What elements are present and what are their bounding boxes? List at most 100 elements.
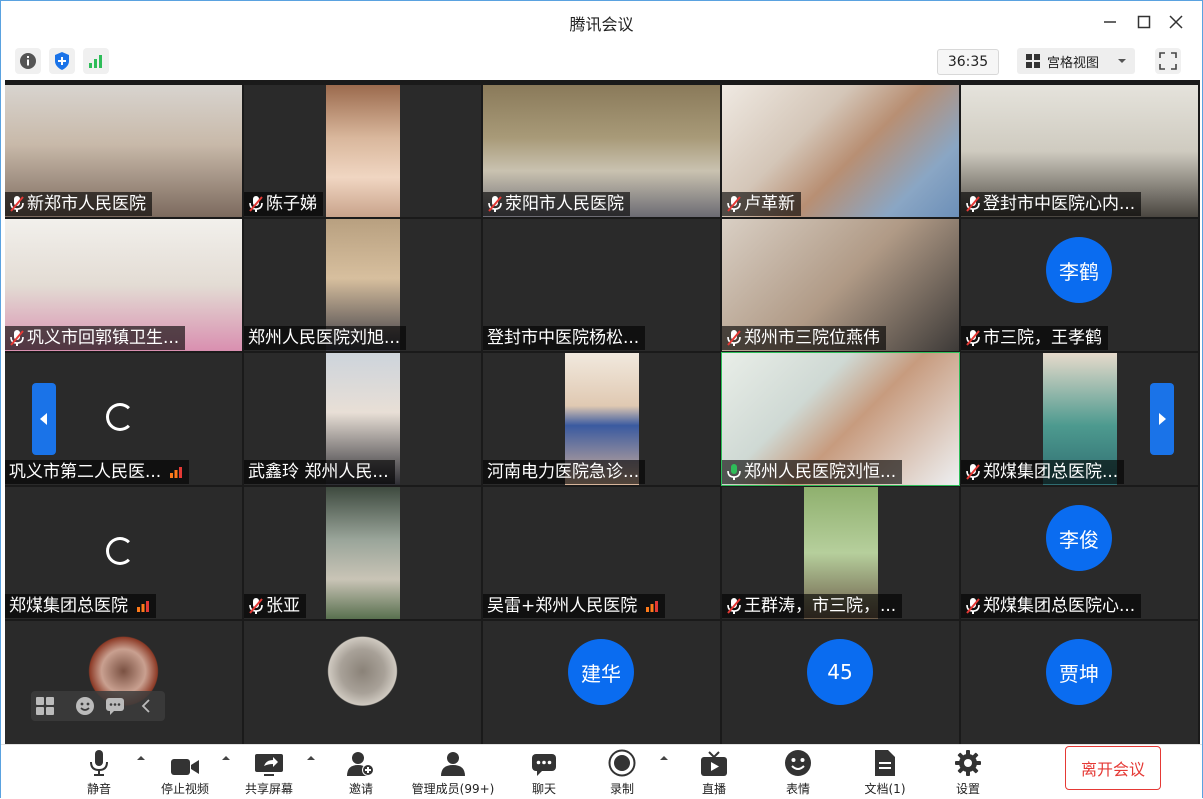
record-label: 录制 <box>609 782 634 796</box>
participant-tile[interactable]: 河南电力医院急诊... <box>483 353 720 485</box>
layout-grid-icon <box>36 697 54 715</box>
participant-tile[interactable]: 李鹤 市三院，王孝鹤 <box>961 219 1198 351</box>
participant-tile[interactable]: 武鑫玲 郑州人民... <box>244 353 481 485</box>
add-user-icon <box>347 752 374 776</box>
smile-icon <box>76 697 94 715</box>
meeting-info-button[interactable] <box>15 48 41 74</box>
share-screen-button[interactable]: 共享屏幕 <box>237 745 301 799</box>
view-mode-selector[interactable]: 宫格视图 <box>1017 48 1135 74</box>
weak-signal-icon <box>137 601 149 612</box>
participant-tile[interactable]: 荥阳市人民医院 <box>483 85 720 217</box>
participant-name-label: 新郑市人民医院 <box>5 192 152 216</box>
chat-bubble-icon <box>106 698 124 715</box>
participant-tile[interactable]: 郑州人民医院刘旭... <box>244 219 481 351</box>
mini-chat-button[interactable] <box>105 696 125 720</box>
participant-name-label: 吴雷+郑州人民医院 <box>483 594 666 618</box>
participant-tile[interactable]: 贾坤 <box>961 621 1198 744</box>
muted-mic-icon <box>249 598 263 614</box>
participant-name-label: 张亚 <box>244 594 306 618</box>
invite-label: 邀请 <box>348 782 373 796</box>
gallery-next-button[interactable] <box>1150 383 1174 455</box>
participant-avatar: 贾坤 <box>1046 639 1112 705</box>
participant-tile[interactable]: 李俊郑煤集团总医院心... <box>961 487 1198 619</box>
settings-button[interactable]: 设置 <box>943 745 993 799</box>
audio-options-caret-icon[interactable] <box>136 753 146 763</box>
participant-name: 郑煤集团总医院... <box>983 462 1119 482</box>
participant-tile[interactable]: 陈子娣 <box>244 85 481 217</box>
participant-name-label: 陈子娣 <box>244 192 323 216</box>
mini-collapse-button[interactable] <box>141 698 151 718</box>
participant-tile[interactable]: 45 <box>722 621 959 744</box>
title-bar: 腾讯会议 <box>1 1 1202 43</box>
weak-signal-icon <box>170 467 183 478</box>
video-options-caret-icon[interactable] <box>221 753 231 763</box>
muted-mic-icon <box>10 196 24 212</box>
participant-name: 王群涛，市三院，... <box>744 596 897 616</box>
loading-spinner-icon <box>106 537 134 565</box>
participant-tile[interactable]: 巩义市回郭镇卫生... <box>5 219 242 351</box>
info-icon <box>20 53 36 69</box>
participant-name: 郑州人民医院刘旭... <box>248 328 401 348</box>
live-button[interactable]: 直播 <box>689 745 739 799</box>
participant-name-label: 郑州人民医院刘旭... <box>244 326 407 350</box>
mute-button[interactable]: 静音 <box>71 745 127 799</box>
muted-mic-icon <box>488 196 502 212</box>
mute-label: 静音 <box>86 782 111 796</box>
share-options-caret-icon[interactable] <box>306 753 316 763</box>
stop-video-button[interactable]: 停止视频 <box>153 745 217 799</box>
participant-avatar: 建华 <box>568 639 634 705</box>
participant-tile[interactable]: 登封市中医院杨松... <box>483 219 720 351</box>
muted-mic-icon <box>966 598 980 614</box>
muted-mic-icon <box>966 464 980 480</box>
participant-avatar: 李鹤 <box>1046 237 1112 303</box>
minimize-button[interactable] <box>1095 7 1125 37</box>
participant-tile[interactable]: 新郑市人民医院 <box>5 85 242 217</box>
layout-button[interactable] <box>35 696 55 720</box>
fullscreen-button[interactable] <box>1155 48 1181 74</box>
manage-members-button[interactable]: 管理成员(99+) <box>405 745 501 799</box>
gear-icon <box>955 750 981 776</box>
participant-tile[interactable]: 卢革新 <box>722 85 959 217</box>
participant-avatar: 李俊 <box>1046 505 1112 571</box>
invite-button[interactable]: 邀请 <box>335 745 387 799</box>
participant-name: 河南电力医院急诊... <box>487 462 640 482</box>
loading-spinner-icon <box>106 403 134 431</box>
participant-tile[interactable]: 建华 <box>483 621 720 744</box>
participant-tile[interactable] <box>5 621 242 744</box>
close-button[interactable] <box>1161 7 1191 37</box>
maximize-button[interactable] <box>1129 7 1159 37</box>
participant-tile[interactable]: 王群涛，市三院，... <box>722 487 959 619</box>
leave-meeting-button[interactable]: 离开会议 <box>1065 746 1161 790</box>
docs-button[interactable]: 文档(1) <box>855 745 915 799</box>
participant-name: 新郑市人民医院 <box>27 194 146 214</box>
muted-mic-icon <box>249 196 263 212</box>
record-icon <box>608 749 636 777</box>
record-options-caret-icon[interactable] <box>659 753 669 763</box>
record-button[interactable]: 录制 <box>597 745 647 799</box>
reactions-button[interactable]: 表情 <box>773 745 823 799</box>
live-label: 直播 <box>701 782 726 796</box>
network-status-button[interactable] <box>83 48 109 74</box>
muted-mic-icon <box>727 598 741 614</box>
participant-tile[interactable]: 郑州人民医院刘恒... <box>721 352 960 486</box>
security-button[interactable] <box>49 48 75 74</box>
chevron-right-icon <box>1159 413 1166 425</box>
chat-button[interactable]: 聊天 <box>519 745 569 799</box>
mini-reaction-button[interactable] <box>75 696 95 720</box>
participant-tile[interactable]: 郑州市三院位燕伟 <box>722 219 959 351</box>
participant-name: 郑州人民医院刘恒... <box>744 462 897 482</box>
muted-mic-icon <box>966 330 980 346</box>
muted-mic-icon <box>966 196 980 212</box>
participant-name: 张亚 <box>266 596 300 616</box>
participant-name: 荥阳市人民医院 <box>505 194 624 214</box>
participant-tile[interactable]: 吴雷+郑州人民医院 <box>483 487 720 619</box>
gallery-prev-button[interactable] <box>32 383 56 455</box>
participant-name-label: 郑煤集团总医院心... <box>961 594 1142 618</box>
members-icon <box>441 752 465 776</box>
participant-tile[interactable]: 郑煤集团总医院 <box>5 487 242 619</box>
signal-icon <box>89 55 102 68</box>
participant-tile[interactable] <box>244 621 481 744</box>
participant-name-label: 郑煤集团总医院... <box>961 460 1125 484</box>
participant-tile[interactable]: 登封市中医院心内... <box>961 85 1198 217</box>
participant-tile[interactable]: 张亚 <box>244 487 481 619</box>
